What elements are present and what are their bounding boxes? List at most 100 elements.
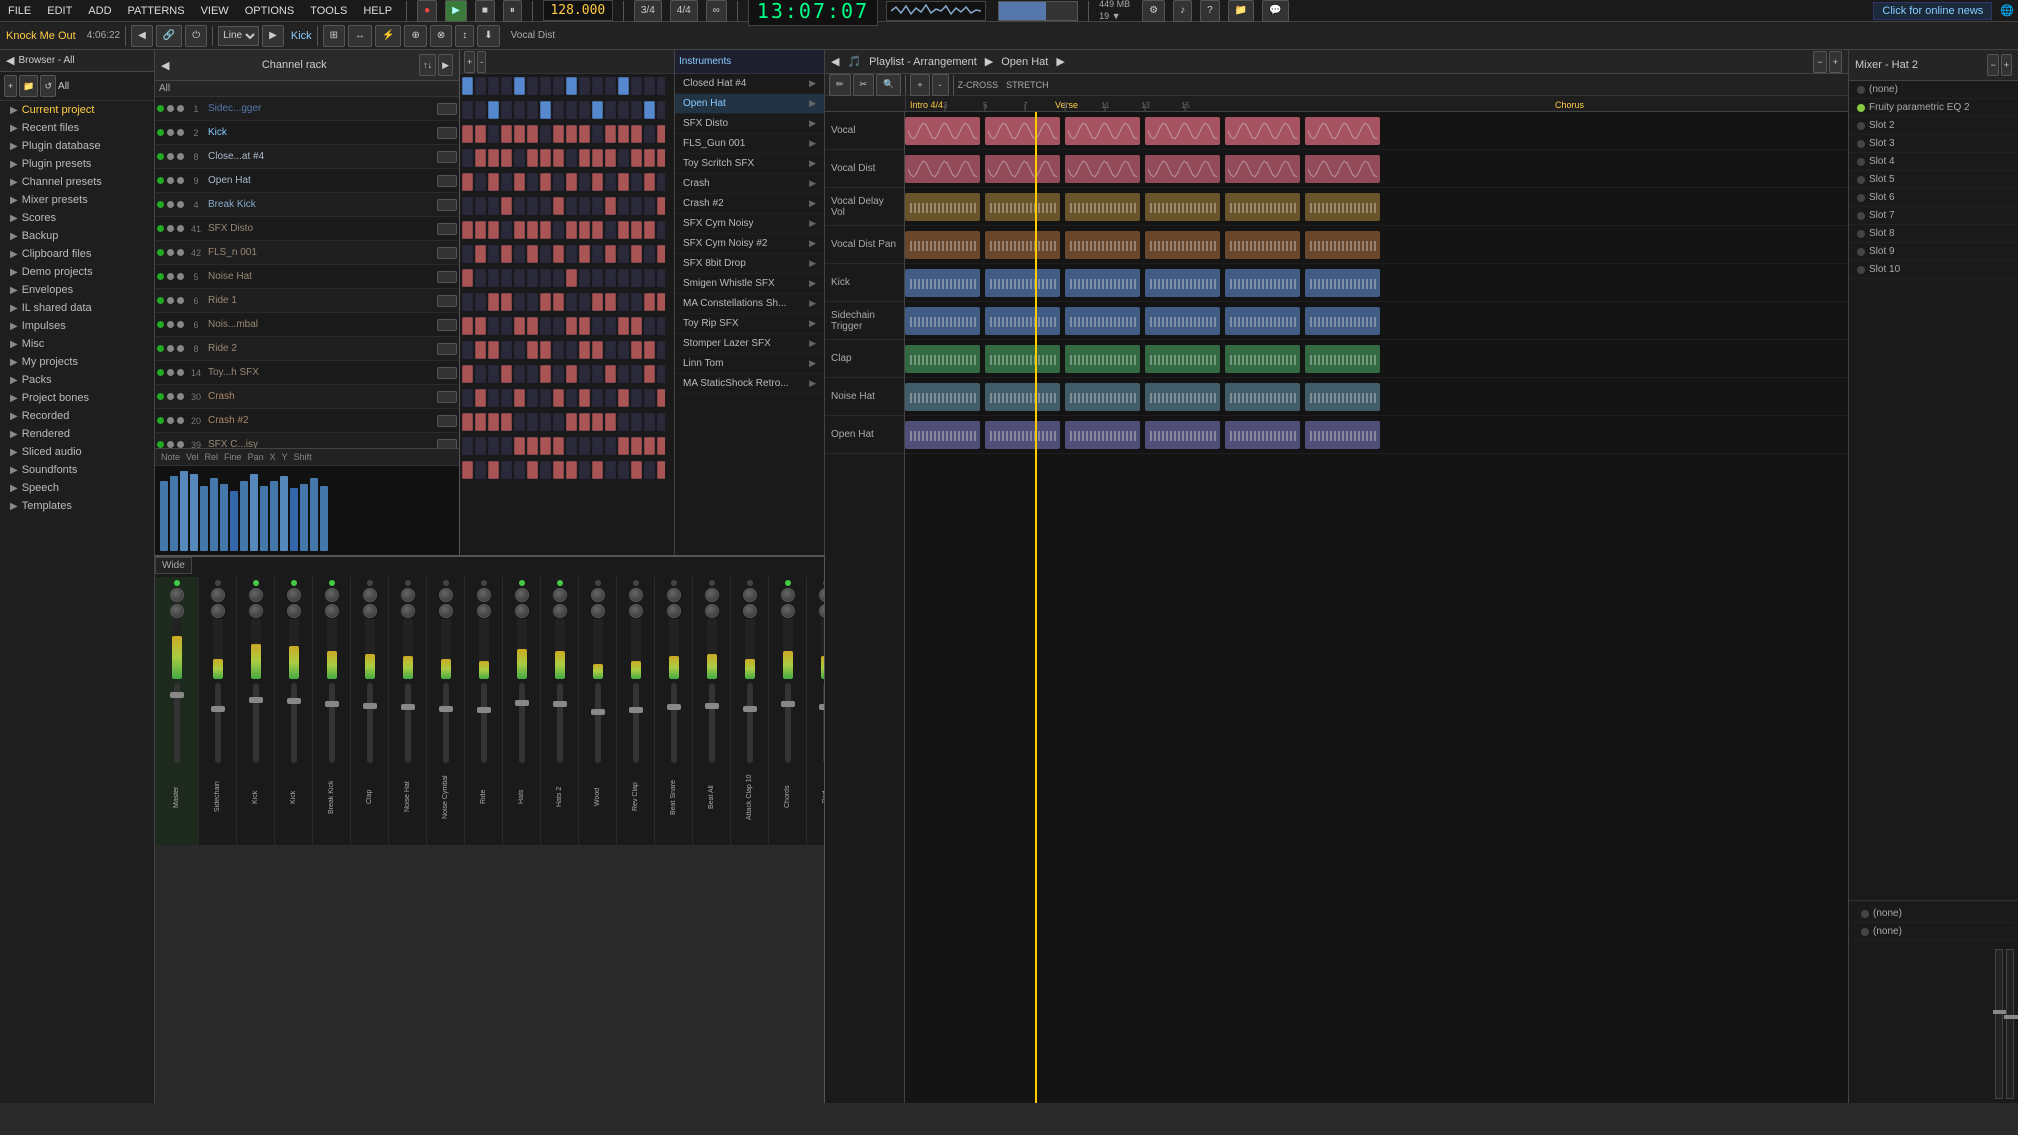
mixer-ch-knob1[interactable] — [591, 588, 605, 602]
channel-row[interactable]: 1 Sidec...gger — [155, 97, 459, 121]
mixer-ch-fader-thumb[interactable] — [363, 703, 377, 709]
playlist-arrow3[interactable]: ▶ — [1056, 55, 1064, 68]
pattern-block[interactable] — [985, 117, 1060, 145]
pattern-block[interactable] — [1225, 383, 1300, 411]
pattern-cell[interactable] — [644, 197, 655, 215]
playlist-track-row-2[interactable] — [905, 188, 1848, 226]
pattern-cell[interactable] — [514, 221, 525, 239]
pattern-cell[interactable] — [475, 221, 486, 239]
mixer-ch-power[interactable] — [405, 580, 411, 586]
mixer-ch-knob1[interactable] — [743, 588, 757, 602]
pattern-cell[interactable] — [631, 77, 642, 95]
track-label-kick[interactable]: Kick — [825, 264, 904, 302]
mixer-slot-6[interactable]: Slot 6 — [1849, 189, 2018, 207]
pattern-cell[interactable] — [475, 197, 486, 215]
mixer-ch-power[interactable] — [595, 580, 601, 586]
pattern-cell[interactable] — [605, 149, 616, 167]
pattern-cell[interactable] — [657, 125, 665, 143]
pattern-cell[interactable] — [605, 437, 616, 455]
sidebar-item-recorded[interactable]: ▶Recorded — [0, 407, 154, 425]
pattern-cell[interactable] — [540, 461, 551, 479]
ch-active-light[interactable] — [157, 201, 164, 208]
ch-solo-light[interactable] — [177, 393, 184, 400]
mixer-ch-knob2[interactable] — [249, 604, 263, 618]
channel-row[interactable]: 41 SFX Disto — [155, 217, 459, 241]
pattern-cell[interactable] — [488, 173, 499, 191]
playlist-track-row-8[interactable] — [905, 416, 1848, 454]
pattern-block[interactable] — [905, 155, 980, 183]
pattern-cell[interactable] — [501, 341, 512, 359]
pattern-block[interactable] — [985, 345, 1060, 373]
pattern-cell[interactable] — [566, 293, 577, 311]
instrument-list-item[interactable]: Closed Hat #4▶ — [675, 74, 824, 94]
pattern-cell[interactable] — [501, 125, 512, 143]
ch-solo-light[interactable] — [177, 417, 184, 424]
pattern-cell[interactable] — [644, 101, 655, 119]
pattern-block[interactable] — [905, 421, 980, 449]
pattern-block[interactable] — [1145, 345, 1220, 373]
pattern-cell[interactable] — [618, 389, 629, 407]
pattern-cell[interactable] — [657, 365, 665, 383]
pattern-cell[interactable] — [540, 125, 551, 143]
pattern-cell[interactable] — [605, 461, 616, 479]
sidebar-item-backup[interactable]: ▶Backup — [0, 227, 154, 245]
pattern-cell[interactable] — [644, 149, 655, 167]
pattern-cell[interactable] — [488, 125, 499, 143]
pattern-cell[interactable] — [592, 269, 603, 287]
pattern-cell[interactable] — [475, 173, 486, 191]
mixer-ch-fader[interactable] — [253, 683, 259, 763]
pattern-cell[interactable] — [579, 413, 590, 431]
channel-row[interactable]: 20 Crash #2 — [155, 409, 459, 433]
track-label-open-hat[interactable]: Open Hat — [825, 416, 904, 454]
pattern-cell[interactable] — [566, 413, 577, 431]
play-button[interactable]: ▶ — [445, 0, 467, 22]
pattern-cell[interactable] — [566, 317, 577, 335]
pattern-block[interactable] — [1065, 155, 1140, 183]
pattern-cell[interactable] — [540, 437, 551, 455]
playlist-track-row-5[interactable] — [905, 302, 1848, 340]
track-label-vocal-delay-vol[interactable]: Vocal Delay Vol — [825, 188, 904, 226]
ch-solo-light[interactable] — [177, 273, 184, 280]
mixer-ch-fader-thumb[interactable] — [477, 707, 491, 713]
mixer-expand[interactable]: + — [2001, 54, 2012, 76]
channel-row[interactable]: 14 Toy...h SFX — [155, 361, 459, 385]
mixer-ch-knob2[interactable] — [705, 604, 719, 618]
pattern-cell[interactable] — [657, 293, 665, 311]
pattern-cell[interactable] — [618, 173, 629, 191]
pattern-cell[interactable] — [618, 461, 629, 479]
pattern-cell[interactable] — [488, 149, 499, 167]
mixer-ch-power[interactable] — [557, 580, 563, 586]
channel-rack-btn1[interactable]: ↑↓ — [419, 54, 436, 76]
instrument-list-item[interactable]: SFX Disto▶ — [675, 114, 824, 134]
track-label-vocal[interactable]: Vocal — [825, 112, 904, 150]
track-label-vocal-dist[interactable]: Vocal Dist — [825, 150, 904, 188]
sidebar-item-soundfonts[interactable]: ▶Soundfonts — [0, 461, 154, 479]
pattern-cell[interactable] — [566, 341, 577, 359]
mixer-ch-fader-thumb[interactable] — [249, 697, 263, 703]
mixer-ch-knob2[interactable] — [819, 604, 825, 618]
pattern-cell[interactable] — [592, 221, 603, 239]
pattern-cell[interactable] — [475, 461, 486, 479]
pattern-cell[interactable] — [631, 365, 642, 383]
ch-name[interactable]: Kick — [208, 127, 433, 138]
mixer-ch-power[interactable] — [291, 580, 297, 586]
playlist-track-row-1[interactable] — [905, 150, 1848, 188]
mixer-ch-knob1[interactable] — [781, 588, 795, 602]
fader-thumb-1[interactable] — [1993, 1010, 2007, 1014]
pattern-cell[interactable] — [566, 269, 577, 287]
pattern-cell[interactable] — [592, 149, 603, 167]
mixer-slot-7[interactable]: Slot 7 — [1849, 207, 2018, 225]
pattern-cell[interactable] — [644, 365, 655, 383]
instrument-list-item[interactable]: Crash▶ — [675, 174, 824, 194]
sidebar-item-channel-presets[interactable]: ▶Channel presets — [0, 173, 154, 191]
pattern-cell[interactable] — [514, 125, 525, 143]
mixer-ch-fader-thumb[interactable] — [515, 700, 529, 706]
playlist-track-row-7[interactable] — [905, 378, 1848, 416]
pause-button[interactable]: ⏸ — [503, 0, 522, 22]
pattern-cell[interactable] — [540, 173, 551, 191]
mixer-ch-knob2[interactable] — [743, 604, 757, 618]
pattern-block[interactable] — [1145, 421, 1220, 449]
mixer-ch-power[interactable] — [633, 580, 639, 586]
pattern-cell[interactable] — [566, 173, 577, 191]
pattern-cell[interactable] — [527, 293, 538, 311]
